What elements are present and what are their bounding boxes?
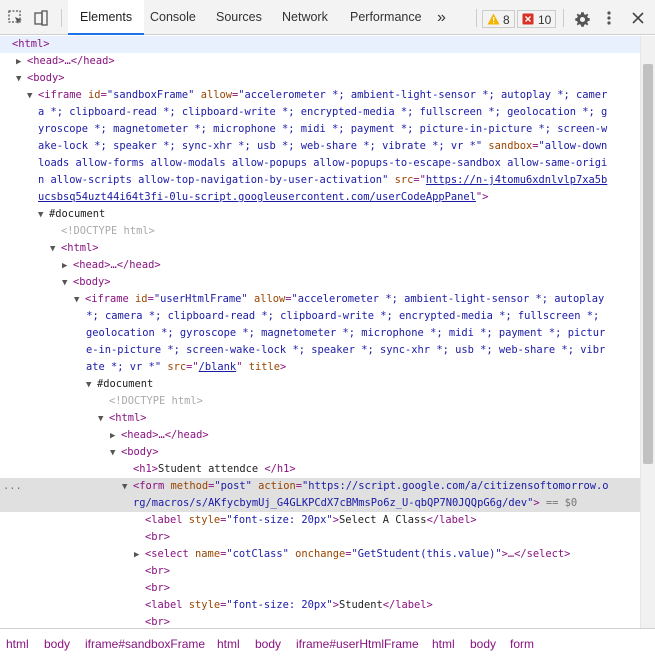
tree-node-html[interactable]: ▼ <html> — [0, 410, 640, 427]
warnings-badge[interactable]: 8 — [482, 10, 515, 28]
tree-line-continuation: n allow-scripts allow-top-navigation-by-… — [38, 174, 608, 186]
tree-line-continuation: rg/macros/s/AKfycbymUj_G4GLKPCdX7cBMmsPo… — [0, 495, 640, 512]
expand-triangle-icon[interactable]: ▶ — [134, 547, 145, 564]
tree-node-select[interactable]: ▶ <select name="cotClass" onchange="GetSt… — [0, 546, 640, 563]
scrollbar-thumb[interactable] — [643, 64, 653, 464]
tree-line-continuation: loads allow-forms allow-modals allow-pop… — [38, 157, 608, 169]
collapse-triangle-icon[interactable]: ▼ — [98, 411, 109, 428]
tree-node-document[interactable]: ▼ #document — [0, 376, 640, 393]
tree-node-head[interactable]: ▶ <head>…</head> — [0, 53, 640, 70]
tree-line-continuation: *; camera *; clipboard-read *; clipboard… — [80, 310, 600, 322]
expand-triangle-icon[interactable]: ▶ — [62, 258, 73, 275]
tree-node-label[interactable]: <label style="font-size: 20px">Student</… — [0, 597, 640, 614]
collapse-triangle-icon[interactable]: ▼ — [110, 445, 121, 462]
tree-line-continuation: e-in-picture *; screen-wake-lock *; spea… — [86, 344, 606, 356]
tree-line-continuation: ucsbsq54uzt44i64t3fi-0lu-script.googleus… — [38, 191, 489, 203]
dom-tree: <html> ▶ <head>…</head> ▼ <body> ▼ <iframe … — [0, 36, 640, 628]
errors-badge[interactable]: 10 — [517, 10, 557, 28]
tab-sources[interactable]: Sources — [216, 0, 262, 35]
inspect-element-icon[interactable] — [8, 10, 24, 26]
tree-line-continuation: a *; clipboard-read *; clipboard-write *… — [38, 106, 608, 118]
collapse-triangle-icon[interactable]: ▼ — [50, 241, 61, 258]
breadcrumb-item[interactable]: html — [217, 637, 240, 651]
tree-node-doctype[interactable]: <!DOCTYPE html> — [0, 393, 640, 410]
breadcrumb-item[interactable]: iframe#userHtmlFrame — [296, 637, 419, 651]
tree-line-continuation: geolocation *; gyroscope *; magnetometer… — [86, 327, 606, 339]
iframe-src-link[interactable]: /blank — [199, 361, 237, 373]
breadcrumb: html body iframe#sandboxFrame html body … — [0, 628, 655, 659]
tree-node-br[interactable]: <br> — [0, 580, 640, 597]
iframe-src-link[interactable]: ucsbsq54uzt44i64t3fi-0lu-script.googleus… — [38, 191, 476, 203]
tree-node-body[interactable]: ▼ <body> — [0, 444, 640, 461]
tree-scrollbar[interactable] — [640, 36, 655, 628]
breadcrumb-item[interactable]: body — [44, 637, 70, 651]
collapse-triangle-icon[interactable]: ▼ — [62, 275, 73, 292]
device-toolbar-icon[interactable] — [33, 10, 49, 26]
toolbar-separator — [563, 9, 564, 27]
tree-node-html[interactable]: <html> — [0, 36, 640, 53]
tree-node-document[interactable]: ▼ #document — [0, 206, 640, 223]
tree-node-doctype[interactable]: <!DOCTYPE html> — [0, 223, 640, 240]
tree-node-iframe-user[interactable]: ▼ <iframe id="userHtmlFrame" allow="accel… — [0, 291, 640, 308]
breadcrumb-item[interactable]: html — [432, 637, 455, 651]
close-icon[interactable] — [632, 12, 644, 24]
tree-node-body[interactable]: ▼ <body> — [0, 274, 640, 291]
breadcrumb-item-active[interactable]: form — [510, 637, 534, 651]
tree-node-body[interactable]: ▼ <body> — [0, 70, 640, 87]
tree-node-head[interactable]: ▶ <head>…</head> — [0, 257, 640, 274]
devtools-toolbar: Elements Console Sources Network Perform… — [0, 0, 655, 35]
breadcrumb-item[interactable]: iframe#sandboxFrame — [85, 637, 205, 651]
collapse-triangle-icon[interactable]: ▼ — [38, 207, 49, 224]
tree-node-br[interactable]: <br> — [0, 529, 640, 546]
more-tabs-button[interactable]: » — [437, 0, 446, 35]
breadcrumb-item[interactable]: html — [6, 637, 29, 651]
tree-line-continuation: ate *; vr *" src="/blank" title> — [86, 361, 287, 373]
tree-node-form-selected[interactable]: ... ▼ <form method="post" action="https://… — [0, 478, 640, 495]
tree-node-head[interactable]: ▶ <head>…</head> — [0, 427, 640, 444]
tree-node-br[interactable]: <br> — [0, 563, 640, 580]
toolbar-separator — [61, 9, 62, 27]
breadcrumb-item[interactable]: body — [255, 637, 281, 651]
tree-node-h1[interactable]: <h1>Student attendce </h1> — [0, 461, 640, 478]
warning-icon — [487, 13, 500, 25]
tree-line-continuation: yroscope *; magnetometer *; microphone *… — [38, 123, 608, 135]
breadcrumb-item[interactable]: body — [470, 637, 496, 651]
tab-console[interactable]: Console — [150, 0, 196, 35]
errors-count: 10 — [538, 13, 552, 27]
collapse-triangle-icon[interactable]: ▼ — [122, 479, 133, 496]
expand-triangle-icon[interactable]: ▶ — [110, 428, 121, 445]
collapse-triangle-icon[interactable]: ▼ — [74, 292, 85, 309]
expand-triangle-icon[interactable]: ▶ — [16, 54, 27, 71]
node-actions-ellipsis[interactable]: ... — [3, 478, 22, 495]
warnings-count: 8 — [503, 13, 510, 27]
collapse-triangle-icon[interactable]: ▼ — [86, 377, 97, 394]
more-options-icon[interactable] — [606, 10, 612, 26]
collapse-triangle-icon[interactable]: ▼ — [27, 88, 38, 105]
iframe-src-link[interactable]: https://n-j4tomu6xdnlvlp7xa5b — [426, 174, 607, 186]
tab-performance[interactable]: Performance — [350, 0, 422, 35]
tree-node-html[interactable]: ▼ <html> — [0, 240, 640, 257]
tree-node-br[interactable]: <br> — [0, 614, 640, 628]
tree-node-label[interactable]: <label style="font-size: 20px">Select A … — [0, 512, 640, 529]
tab-network[interactable]: Network — [282, 0, 328, 35]
toolbar-separator — [476, 9, 477, 27]
collapse-triangle-icon[interactable]: ▼ — [16, 71, 27, 88]
gear-icon[interactable] — [574, 11, 591, 28]
error-icon — [522, 13, 534, 25]
tree-node-iframe-sandbox[interactable]: ▼ <iframe id="sandboxFrame" allow="accele… — [0, 87, 640, 104]
tree-line-continuation: ake-lock *; speaker *; sync-xhr *; usb *… — [38, 140, 608, 152]
tab-elements[interactable]: Elements — [68, 0, 145, 35]
